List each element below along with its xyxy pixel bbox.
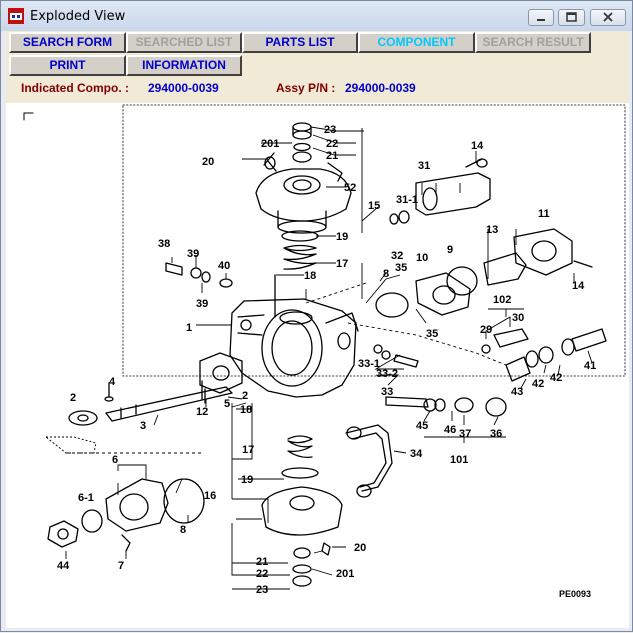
callout-6: 15 bbox=[368, 200, 380, 212]
callout-19: 9 bbox=[447, 244, 453, 256]
indicated-component-value: 294000-0039 bbox=[148, 81, 219, 95]
callout-1: 201 bbox=[261, 138, 279, 150]
callout-4: 20 bbox=[202, 156, 214, 168]
searched-list-button[interactable]: SEARCHED LIST bbox=[126, 32, 242, 53]
callout-8: 17 bbox=[336, 258, 348, 270]
callout-labels: 23 201 22 21 20 52 15 19 17 18 31 31-1 1… bbox=[57, 124, 596, 596]
callout-24: 35 bbox=[395, 262, 407, 274]
callout-56: 20 bbox=[354, 542, 366, 554]
close-icon bbox=[603, 12, 613, 22]
callout-3: 21 bbox=[326, 150, 338, 162]
callout-35: 42 bbox=[532, 378, 544, 390]
app-icon bbox=[8, 8, 24, 24]
callout-30: 4 bbox=[109, 376, 116, 388]
callout-47: 36 bbox=[490, 428, 502, 440]
callout-57: 21 bbox=[256, 556, 268, 568]
minimize-button[interactable] bbox=[528, 9, 554, 26]
component-button[interactable]: COMPONENT bbox=[358, 32, 475, 53]
callout-49: 34 bbox=[410, 448, 423, 460]
callout-50: 6 bbox=[112, 454, 118, 466]
callout-43: 3 bbox=[140, 420, 146, 432]
callout-48: 101 bbox=[450, 454, 468, 466]
callout-29: 30 bbox=[512, 312, 524, 324]
callout-62: 7 bbox=[118, 560, 124, 572]
callout-34: 41 bbox=[584, 360, 596, 372]
callout-45: 46 bbox=[444, 424, 456, 436]
callout-11: 31-1 bbox=[396, 194, 418, 206]
assy-pn-label: Assy P/N : bbox=[276, 81, 336, 95]
callout-55: 8 bbox=[180, 524, 186, 536]
indicated-component-value-wrap: 294000-0039 bbox=[148, 81, 219, 95]
callout-17: 32 bbox=[391, 250, 403, 262]
callout-21: 11 bbox=[538, 208, 550, 220]
callout-32: 33-2 bbox=[376, 368, 398, 380]
search-form-button[interactable]: SEARCH FORM bbox=[9, 32, 126, 53]
callout-26: 35 bbox=[426, 328, 438, 340]
callout-61: 44 bbox=[57, 560, 70, 572]
callout-51: 6-1 bbox=[78, 492, 94, 504]
callout-38: 2 bbox=[70, 392, 76, 404]
maximize-button[interactable] bbox=[558, 9, 585, 26]
drawing-code: PE0093 bbox=[559, 589, 591, 599]
callout-37: 43 bbox=[511, 386, 523, 398]
close-button[interactable] bbox=[590, 9, 626, 26]
callout-44: 45 bbox=[416, 420, 428, 432]
callout-9: 18 bbox=[304, 270, 316, 282]
callout-33: 33 bbox=[381, 386, 393, 398]
callout-16: 39 bbox=[196, 298, 208, 310]
callout-22: 14 bbox=[572, 280, 585, 292]
callout-15: 40 bbox=[218, 260, 230, 272]
callout-7: 19 bbox=[336, 231, 348, 243]
title-bar[interactable]: Exploded View bbox=[1, 1, 632, 31]
callout-40: 5 bbox=[224, 398, 230, 410]
parts-list-button[interactable]: PARTS LIST bbox=[242, 32, 358, 53]
callout-0: 23 bbox=[324, 124, 336, 136]
callout-18: 10 bbox=[416, 252, 428, 264]
window-title: Exploded View bbox=[30, 9, 126, 24]
maximize-icon bbox=[566, 12, 577, 22]
callout-41: 12 bbox=[196, 406, 208, 418]
callout-5: 52 bbox=[344, 182, 356, 194]
callout-42: 18 bbox=[240, 404, 252, 416]
callout-10: 31 bbox=[418, 160, 430, 172]
callout-13: 38 bbox=[158, 238, 170, 250]
assy-pn-value: 294000-0039 bbox=[345, 81, 416, 95]
exploded-view-window: Exploded View SEARCH FORM SEARCHED LIST … bbox=[0, 0, 633, 632]
callout-27: 102 bbox=[493, 294, 511, 306]
callout-2: 22 bbox=[326, 138, 338, 150]
callout-52: 17 bbox=[242, 444, 254, 456]
exploded-view-canvas[interactable]: 23 201 22 21 20 52 15 19 17 18 31 31-1 1… bbox=[6, 103, 629, 628]
callout-25: 1 bbox=[186, 322, 192, 334]
print-button[interactable]: PRINT bbox=[9, 55, 126, 76]
callout-28: 29 bbox=[480, 324, 492, 336]
assy-pn: Assy P/N : bbox=[276, 81, 335, 95]
callout-54: 16 bbox=[204, 490, 216, 502]
callout-46: 37 bbox=[459, 428, 471, 440]
minimize-icon bbox=[537, 19, 545, 21]
assy-pn-value-wrap: 294000-0039 bbox=[345, 81, 416, 95]
callout-58: 22 bbox=[256, 568, 268, 580]
callout-20: 13 bbox=[486, 224, 498, 236]
indicated-component-label: Indicated Compo. : bbox=[21, 81, 129, 95]
callout-12: 14 bbox=[471, 140, 484, 152]
callout-23: 8 bbox=[383, 268, 389, 280]
callout-14: 39 bbox=[187, 248, 199, 260]
indicated-component: Indicated Compo. : bbox=[21, 81, 129, 95]
information-button[interactable]: INFORMATION bbox=[126, 55, 242, 76]
callout-39: 2 bbox=[242, 390, 248, 402]
callout-60: 23 bbox=[256, 584, 268, 596]
search-result-button[interactable]: SEARCH RESULT bbox=[475, 32, 591, 53]
callout-53: 19 bbox=[241, 474, 253, 486]
callout-36: 42 bbox=[550, 372, 562, 384]
callout-59: 201 bbox=[336, 568, 354, 580]
exploded-diagram: 23 201 22 21 20 52 15 19 17 18 31 31-1 1… bbox=[23, 104, 626, 599]
